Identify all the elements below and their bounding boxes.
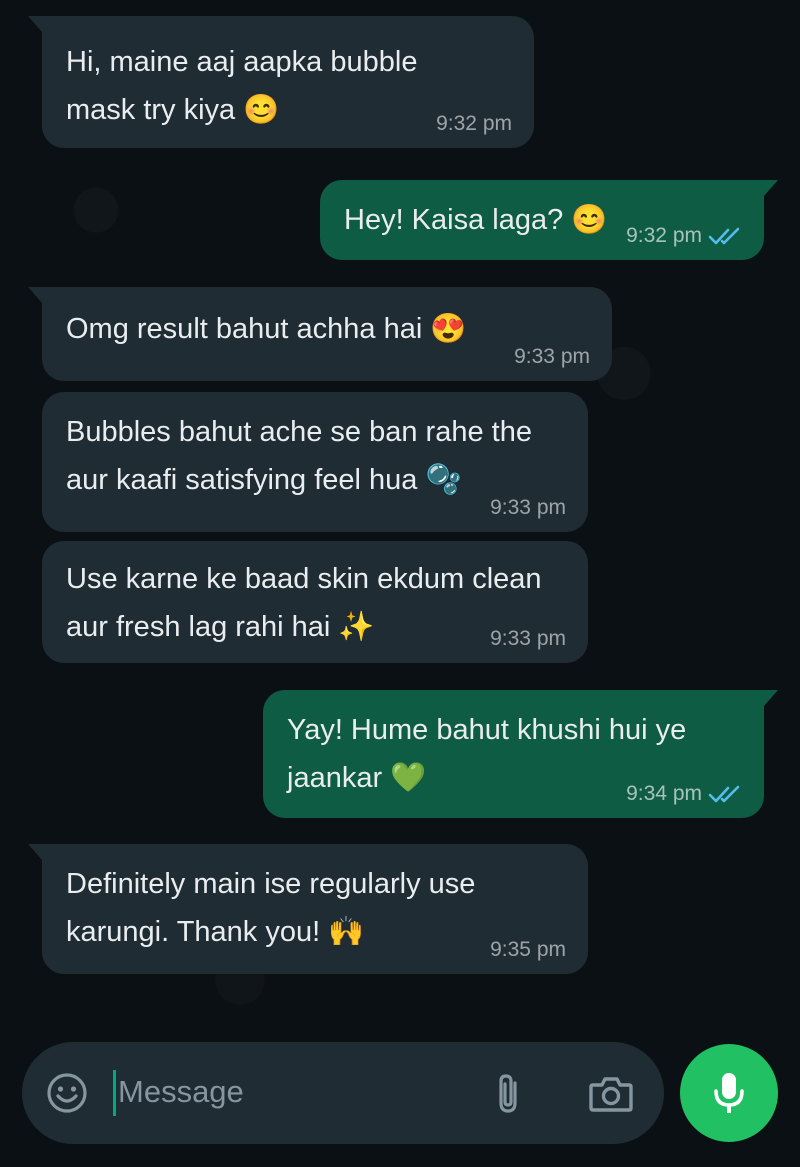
attachment-icon[interactable]: [488, 1070, 528, 1118]
message-meta: 9:34 pm: [626, 782, 742, 806]
message-text: Definitely main ise regularly use karung…: [66, 868, 476, 948]
message-time: 9:33 pm: [514, 345, 590, 368]
double-check-icon: [708, 785, 740, 803]
message-outgoing[interactable]: Hey! Kaisa laga? 😊 9:32 pm: [320, 180, 778, 260]
mic-icon: [714, 1073, 744, 1113]
message-time: 9:32 pm: [626, 224, 702, 247]
message-time: 9:32 pm: [436, 112, 512, 135]
message-time: 9:34 pm: [626, 782, 702, 805]
message-incoming[interactable]: Use karne ke baad skin ekdum clean aur f…: [42, 541, 588, 663]
mic-button[interactable]: [680, 1044, 778, 1142]
message-outgoing[interactable]: Yay! Hume bahut khushi hui ye jaankar 💚 …: [263, 690, 778, 818]
message-meta: 9:32 pm: [436, 112, 512, 136]
bubble-tail: [764, 690, 778, 706]
message-text: Omg result bahut achha hai 😍: [66, 313, 467, 345]
bubble-tail: [28, 287, 42, 303]
message-input[interactable]: Message: [118, 1072, 244, 1112]
text-cursor: [113, 1070, 116, 1116]
message-meta: 9:35 pm: [490, 938, 566, 962]
message-meta: 9:33 pm: [490, 496, 566, 520]
message-time: 9:33 pm: [490, 627, 566, 650]
message-composer: Message: [22, 1042, 664, 1144]
message-incoming[interactable]: Definitely main ise regularly use karung…: [28, 844, 588, 974]
message-text: Hi, maine aaj aapka bubble mask try kiya…: [66, 46, 418, 126]
message-incoming[interactable]: Omg result bahut achha hai 😍 9:33 pm: [28, 287, 612, 381]
message-meta: 9:33 pm: [514, 345, 590, 369]
message-incoming[interactable]: Bubbles bahut ache se ban rahe the aur k…: [42, 392, 588, 532]
message-time: 9:35 pm: [490, 938, 566, 961]
message-text: Hey! Kaisa laga? 😊: [344, 204, 608, 236]
camera-icon[interactable]: [586, 1072, 636, 1116]
message-text: Use karne ke baad skin ekdum clean aur f…: [66, 563, 542, 643]
bubble-tail: [764, 180, 778, 196]
double-check-icon: [708, 227, 740, 245]
bubble-tail: [28, 844, 42, 860]
message-text: Bubbles bahut ache se ban rahe the aur k…: [66, 416, 532, 496]
bubble-tail: [28, 16, 42, 32]
emoji-icon[interactable]: [44, 1070, 90, 1116]
message-incoming[interactable]: Hi, maine aaj aapka bubble mask try kiya…: [28, 16, 534, 148]
message-meta: 9:32 pm: [626, 224, 742, 248]
message-meta: 9:33 pm: [490, 627, 566, 651]
message-time: 9:33 pm: [490, 496, 566, 519]
